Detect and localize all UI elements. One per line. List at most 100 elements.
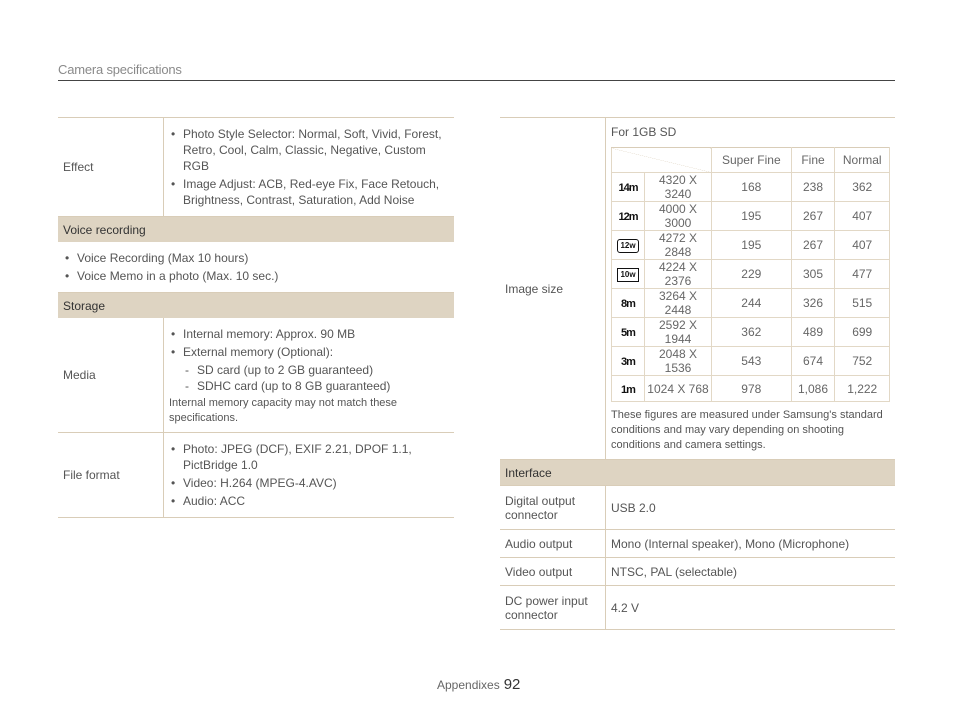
table-row: 1m 1024 X 768 978 1,086 1,222 xyxy=(611,375,890,402)
interface-label: Audio output xyxy=(500,529,606,558)
list-item: Video: H.264 (MPEG-4.AVC) xyxy=(169,475,449,491)
value-cell: 407 xyxy=(834,230,890,260)
image-size-note: These figures are measured under Samsung… xyxy=(611,409,883,451)
left-spec-table: Effect Photo Style Selector: Normal, Sof… xyxy=(58,117,454,518)
value-cell: 978 xyxy=(711,375,792,402)
value-cell: 267 xyxy=(790,201,836,231)
column-header: Super Fine xyxy=(711,147,792,173)
interface-label: DC power input connector xyxy=(500,585,606,630)
interface-value: 4.2 V xyxy=(605,585,895,630)
size-14m-icon: 14m xyxy=(618,182,638,194)
value-cell: 229 xyxy=(711,259,792,289)
size-12w-icon: 12w xyxy=(617,239,639,253)
value-cell: 362 xyxy=(834,172,890,202)
interface-label: Digital output connector xyxy=(500,485,606,530)
value-cell: 244 xyxy=(711,288,792,318)
value-cell: 362 xyxy=(711,317,792,347)
value-cell: 1,086 xyxy=(790,375,836,402)
table-header-row: Super Fine Fine Normal xyxy=(611,147,890,173)
value-cell: 489 xyxy=(790,317,836,347)
size-12m-icon: 12m xyxy=(618,211,638,223)
size-8m-icon: 8m xyxy=(621,298,636,310)
list-item: Photo: JPEG (DCF), EXIF 2.21, DPOF 1.1, … xyxy=(169,441,449,473)
size-10w-icon: 10w xyxy=(617,268,639,282)
diagonal-cell xyxy=(611,147,712,173)
value-cell: 267 xyxy=(790,230,836,260)
size-1m-icon: 1m xyxy=(621,383,636,396)
table-row: 12m 4000 X 3000 195 267 407 xyxy=(611,201,890,231)
interface-value: USB 2.0 xyxy=(605,485,895,530)
sub-item: SDHC card (up to 8 GB guaranteed) xyxy=(169,378,449,394)
list-item: Photo Style Selector: Normal, Soft, Vivi… xyxy=(169,126,449,174)
resolution-cell: 4272 X 2848 xyxy=(644,230,712,260)
page-footer: Appendixes 92 xyxy=(437,676,520,693)
size-5m-icon: 5m xyxy=(621,327,636,339)
resolution-cell: 2592 X 1944 xyxy=(644,317,712,347)
header-rule xyxy=(58,80,895,81)
table-row: 5m 2592 X 1944 362 489 699 xyxy=(611,317,890,347)
value-cell: 238 xyxy=(790,172,836,202)
resolution-cell: 2048 X 1536 xyxy=(644,346,712,376)
list-item: Voice Recording (Max 10 hours) xyxy=(63,250,449,266)
storage-section-header: Storage xyxy=(58,292,454,318)
value-cell: 515 xyxy=(834,288,890,318)
file-format-row: File format Photo: JPEG (DCF), EXIF 2.21… xyxy=(58,432,454,518)
value-cell: 674 xyxy=(790,346,836,376)
file-format-list: Photo: JPEG (DCF), EXIF 2.21, DPOF 1.1, … xyxy=(169,441,449,509)
voice-section-header: Voice recording xyxy=(58,216,454,242)
resolution-cell: 3264 X 2448 xyxy=(644,288,712,318)
table-row: 12w 4272 X 2848 195 267 407 xyxy=(611,230,890,260)
voice-list: Voice Recording (Max 10 hours) Voice Mem… xyxy=(63,250,449,284)
value-cell: 699 xyxy=(834,317,890,347)
page-number: 92 xyxy=(503,676,521,693)
effect-list: Photo Style Selector: Normal, Soft, Vivi… xyxy=(169,126,449,208)
image-size-caption: For 1GB SD xyxy=(611,125,677,139)
table-row: Video output NTSC, PAL (selectable) xyxy=(500,557,895,586)
right-spec-table: Image size For 1GB SD Super Fine Fine No… xyxy=(500,117,895,630)
image-size-row: Image size For 1GB SD Super Fine Fine No… xyxy=(500,117,895,460)
value-cell: 1,222 xyxy=(834,375,890,402)
interface-section-header: Interface xyxy=(500,459,895,486)
interface-label: Video output xyxy=(500,557,606,586)
value-cell: 752 xyxy=(834,346,890,376)
value-cell: 407 xyxy=(834,201,890,231)
image-size-label: Image size xyxy=(500,117,606,460)
value-cell: 326 xyxy=(790,288,836,318)
list-item: Image Adjust: ACB, Red-eye Fix, Face Ret… xyxy=(169,176,449,208)
size-3m-icon: 3m xyxy=(621,356,636,368)
column-header: Fine xyxy=(790,147,836,173)
image-size-table: Super Fine Fine Normal 14m 4320 X 3240 1… xyxy=(611,147,890,402)
media-note: Internal memory capacity may not match t… xyxy=(169,397,398,424)
sub-item: SD card (up to 2 GB guaranteed) xyxy=(169,362,449,378)
table-row: DC power input connector 4.2 V xyxy=(500,585,895,630)
interface-value: Mono (Internal speaker), Mono (Microphon… xyxy=(605,529,895,558)
footer-section: Appendixes xyxy=(437,678,500,692)
value-cell: 168 xyxy=(711,172,792,202)
list-item: External memory (Optional): xyxy=(169,344,449,360)
list-item: Audio: ACC xyxy=(169,493,449,509)
list-item: Voice Memo in a photo (Max. 10 sec.) xyxy=(63,268,449,284)
media-label: Media xyxy=(58,318,164,433)
value-cell: 543 xyxy=(711,346,792,376)
table-row: 14m 4320 X 3240 168 238 362 xyxy=(611,172,890,202)
list-item: Internal memory: Approx. 90 MB xyxy=(169,326,449,342)
media-row: Media Internal memory: Approx. 90 MB Ext… xyxy=(58,318,454,433)
voice-row: Voice Recording (Max 10 hours) Voice Mem… xyxy=(58,242,454,293)
table-row: Audio output Mono (Internal speaker), Mo… xyxy=(500,529,895,558)
table-row: Digital output connector USB 2.0 xyxy=(500,485,895,530)
column-header: Normal xyxy=(834,147,890,173)
value-cell: 195 xyxy=(711,201,792,231)
table-row: 8m 3264 X 2448 244 326 515 xyxy=(611,288,890,318)
media-list: Internal memory: Approx. 90 MB External … xyxy=(169,326,449,360)
table-row: 10w 4224 X 2376 229 305 477 xyxy=(611,259,890,289)
resolution-cell: 1024 X 768 xyxy=(644,375,712,402)
resolution-cell: 4000 X 3000 xyxy=(644,201,712,231)
value-cell: 477 xyxy=(834,259,890,289)
effect-label: Effect xyxy=(58,117,164,217)
table-row: 3m 2048 X 1536 543 674 752 xyxy=(611,346,890,376)
interface-value: NTSC, PAL (selectable) xyxy=(605,557,895,586)
resolution-cell: 4224 X 2376 xyxy=(644,259,712,289)
file-format-label: File format xyxy=(58,432,164,518)
resolution-cell: 4320 X 3240 xyxy=(644,172,712,202)
value-cell: 305 xyxy=(790,259,836,289)
